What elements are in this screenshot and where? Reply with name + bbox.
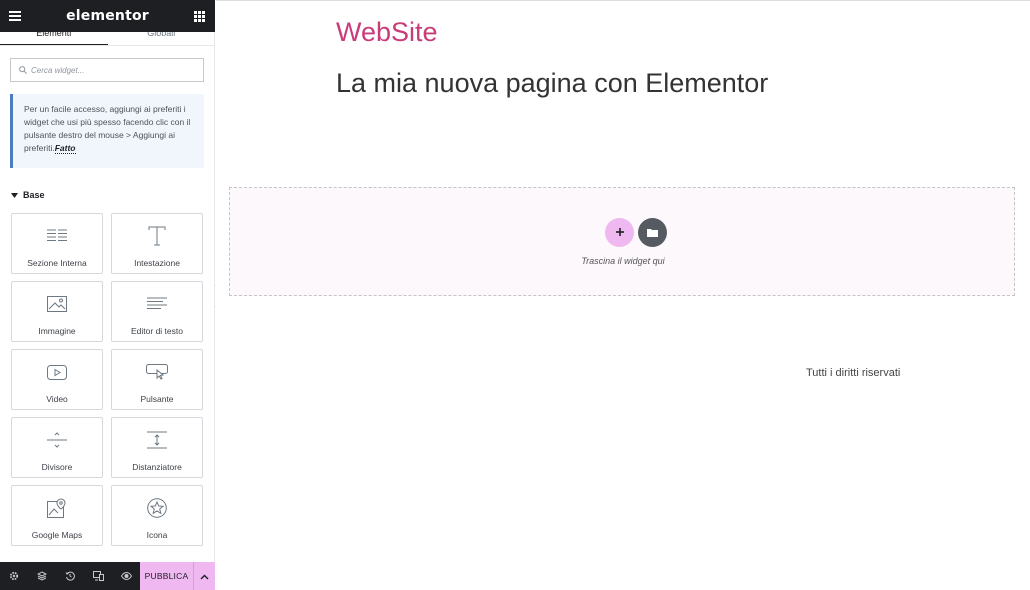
menu-icon[interactable] <box>8 9 22 23</box>
widget-label: Divisore <box>41 462 73 472</box>
category-label: Base <box>23 190 45 200</box>
history-icon[interactable] <box>56 562 84 590</box>
widget-heading[interactable]: Intestazione <box>111 213 203 274</box>
search-box <box>10 58 204 82</box>
widget-label: Pulsante <box>140 394 174 404</box>
tab-globali[interactable]: Globali <box>108 32 216 46</box>
add-template-button[interactable] <box>638 218 667 247</box>
preview-icon[interactable] <box>112 562 140 590</box>
favorites-tip-text: Per un facile accesso, aggiungi ai prefe… <box>24 104 191 153</box>
widget-spacer[interactable]: Distanziatore <box>111 417 203 478</box>
widget-label: Sezione Interna <box>27 258 87 268</box>
star-icon <box>147 497 167 519</box>
heading-icon <box>148 225 166 247</box>
widget-grid: Sezione Interna Intestazione Immagine Ed… <box>11 213 204 546</box>
google-maps-icon <box>47 497 67 519</box>
search-icon <box>19 61 27 79</box>
panel-tabs: Elementi Globali <box>0 32 215 46</box>
grid-apps-icon[interactable] <box>193 9 207 23</box>
empty-section-dropzone[interactable]: Trascina il widget qui <box>229 187 1015 296</box>
page-title[interactable]: La mia nuova pagina con Elementor <box>336 68 768 99</box>
search-input[interactable] <box>31 65 191 75</box>
widget-label: Editor di testo <box>131 326 183 336</box>
chevron-up-icon <box>200 567 209 585</box>
widget-google-maps[interactable]: Google Maps <box>11 485 103 546</box>
widget-label: Intestazione <box>134 258 180 268</box>
widget-inner-section[interactable]: Sezione Interna <box>11 213 103 274</box>
dropzone-hint: Trascina il widget qui <box>581 256 665 266</box>
widget-label: Video <box>46 394 68 404</box>
elementor-logo: elementor <box>66 8 149 24</box>
publish-button[interactable]: PUBBLICA <box>140 562 193 590</box>
widget-label: Google Maps <box>31 530 83 540</box>
panel-footer: PUBBLICA <box>0 562 215 590</box>
caret-down-icon <box>11 190 18 200</box>
category-base[interactable]: Base <box>11 190 45 200</box>
layers-icon[interactable] <box>28 562 56 590</box>
button-icon <box>146 361 168 383</box>
widget-icon[interactable]: Icona <box>111 485 203 546</box>
widget-label: Immagine <box>38 326 76 336</box>
page-canvas: WebSite La mia nuova pagina con Elemento… <box>216 0 1030 590</box>
publish-options-button[interactable] <box>193 562 215 590</box>
inner-section-icon <box>47 225 67 247</box>
elementor-editor: elementor Elementi Globali Per un facile… <box>0 0 1030 590</box>
widget-button[interactable]: Pulsante <box>111 349 203 410</box>
widget-label: Icona <box>146 530 168 540</box>
widget-label: Distanziatore <box>132 462 182 472</box>
responsive-icon[interactable] <box>84 562 112 590</box>
divider-icon <box>47 429 67 451</box>
widget-divider[interactable]: Divisore <box>11 417 103 478</box>
tab-elementi[interactable]: Elementi <box>0 32 108 46</box>
favorites-tip: Per un facile accesso, aggiungi ai prefe… <box>10 94 204 168</box>
widget-panel: elementor Elementi Globali Per un facile… <box>0 0 215 590</box>
widget-text-editor[interactable]: Editor di testo <box>111 281 203 342</box>
image-icon <box>47 293 67 315</box>
settings-icon[interactable] <box>0 562 28 590</box>
spacer-icon <box>147 429 167 451</box>
panel-header: elementor <box>0 0 215 32</box>
widget-image[interactable]: Immagine <box>11 281 103 342</box>
site-footer-copyright[interactable]: Tutti i diritti riservati <box>806 367 900 379</box>
text-editor-icon <box>147 293 167 315</box>
video-icon <box>47 361 67 383</box>
add-section-button[interactable] <box>605 218 634 247</box>
done-link[interactable]: Fatto <box>54 143 76 154</box>
widget-video[interactable]: Video <box>11 349 103 410</box>
site-title[interactable]: WebSite <box>336 17 438 48</box>
tabs-divider <box>0 45 215 46</box>
folder-icon <box>647 224 658 242</box>
plus-icon <box>615 224 625 242</box>
